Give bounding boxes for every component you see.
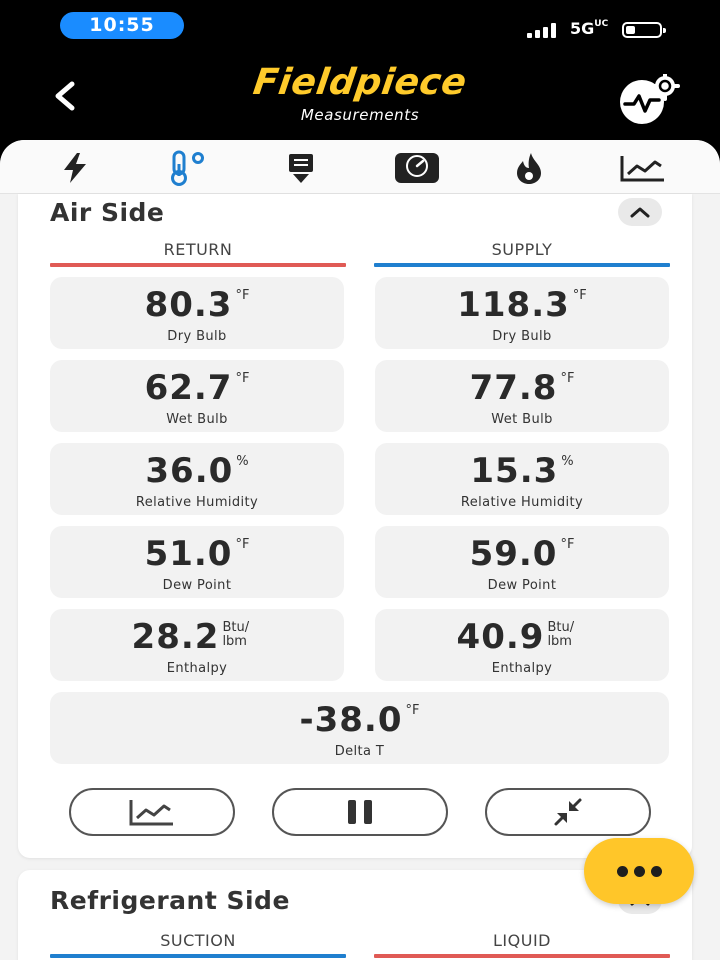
supply-dry-bulb-tile[interactable]: 118.3 °F Dry Bulb	[375, 277, 669, 349]
chevron-up-icon	[630, 207, 650, 218]
status-time: 10:55	[60, 12, 184, 39]
flame-icon	[517, 153, 541, 184]
supply-wet-bulb-tile[interactable]: 77.8 °F Wet Bulb	[375, 360, 669, 432]
tab-combustion[interactable]	[502, 148, 556, 188]
more-dots-icon	[616, 865, 628, 877]
tab-temperature[interactable]	[160, 148, 214, 188]
supply-dew-point-tile[interactable]: 59.0 °F Dew Point	[375, 526, 669, 598]
supply-color-bar	[374, 263, 670, 267]
return-dry-bulb-tile[interactable]: 80.3 °F Dry Bulb	[50, 277, 344, 349]
tab-electrical[interactable]	[48, 148, 102, 188]
collapse-view-button[interactable]	[485, 788, 651, 836]
tab-trends[interactable]	[616, 148, 670, 188]
delta-t-tile[interactable]: -38.0 °F Delta T	[50, 692, 669, 764]
tab-airflow[interactable]	[274, 148, 328, 188]
graph-settings-icon	[620, 71, 680, 124]
suction-column-header: SUCTION	[160, 931, 236, 950]
return-column-header: RETURN	[163, 240, 233, 259]
gauge-icon	[395, 153, 439, 183]
lightning-icon	[64, 153, 86, 183]
airflow-icon	[289, 154, 313, 183]
return-dew-point-tile[interactable]: 51.0 °F Dew Point	[50, 526, 344, 598]
suction-color-bar	[50, 954, 346, 958]
more-options-button[interactable]	[584, 838, 694, 904]
return-wet-bulb-tile[interactable]: 62.7 °F Wet Bulb	[50, 360, 344, 432]
air-side-title: Air Side	[50, 198, 165, 227]
main-content: Air Side RETURN SUPPLY 80.3 °F Dry Bulb 6…	[0, 140, 720, 960]
signal-icon	[527, 22, 563, 38]
minimize-arrows-icon	[554, 798, 582, 826]
trend-chart-icon	[620, 156, 664, 182]
return-relative-humidity-tile[interactable]: 36.0% Relative Humidity	[50, 443, 344, 515]
trend-chart-icon	[129, 800, 173, 826]
network-indicator: 5GUC	[570, 19, 609, 38]
supply-enthalpy-tile[interactable]: 40.9 Btu/ lbm Enthalpy	[375, 609, 669, 681]
liquid-column-header: LIQUID	[493, 931, 551, 950]
refrigerant-side-title: Refrigerant Side	[50, 886, 290, 915]
graph-button[interactable]	[69, 788, 235, 836]
air-side-card: Air Side RETURN SUPPLY 80.3 °F Dry Bulb 6…	[18, 194, 692, 858]
app-header: Fieldpiece Measurements	[0, 52, 720, 142]
collapse-air-side-button[interactable]	[618, 198, 662, 226]
battery-icon	[622, 22, 666, 38]
liquid-color-bar	[374, 954, 670, 958]
pause-button[interactable]	[272, 788, 448, 836]
status-bar: 10:55 5GUC	[0, 0, 720, 52]
supply-relative-humidity-tile[interactable]: 15.3% Relative Humidity	[375, 443, 669, 515]
graph-settings-button[interactable]	[608, 71, 684, 124]
return-color-bar	[50, 263, 346, 267]
thermometer-icon	[171, 150, 204, 186]
measurement-tabs	[0, 140, 720, 194]
return-enthalpy-tile[interactable]: 28.2 Btu/ lbm Enthalpy	[50, 609, 344, 681]
tab-pressure[interactable]	[390, 148, 444, 188]
pause-icon	[348, 800, 372, 824]
supply-column-header: SUPPLY	[491, 240, 553, 259]
